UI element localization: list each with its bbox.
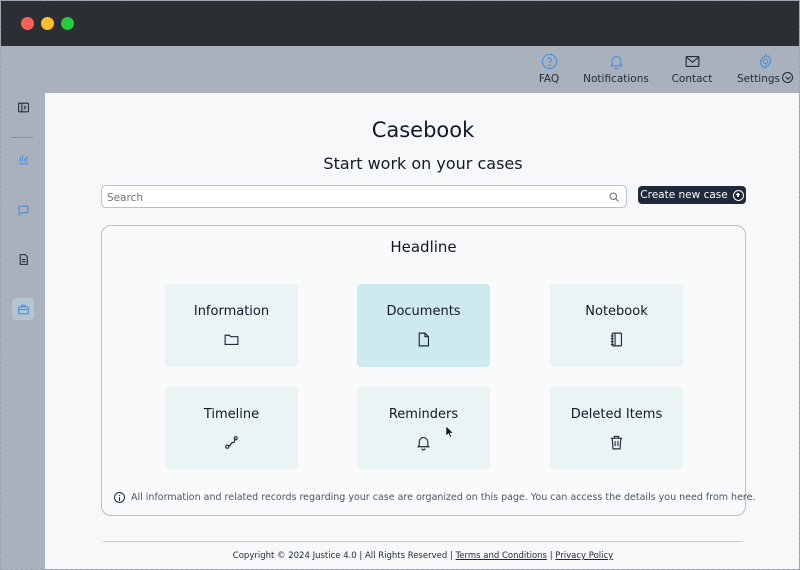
title-bar [1, 1, 799, 46]
tile-notebook[interactable]: Notebook [550, 284, 683, 367]
mail-icon [685, 55, 699, 68]
file-icon [415, 331, 432, 348]
terms-link[interactable]: Terms and Conditions [456, 551, 547, 561]
maximize-window-button[interactable] [61, 17, 74, 30]
tile-label: Timeline [203, 407, 260, 422]
tile-deleted-items[interactable]: Deleted Items [550, 387, 683, 470]
folder-icon [223, 331, 240, 348]
tile-information[interactable]: Information [165, 284, 298, 367]
sidebar-toggle[interactable] [13, 97, 33, 117]
footer: Copyright © 2024 Justice 4.0 | All Right… [45, 551, 799, 561]
panel-toggle-icon [17, 102, 29, 112]
help-circle-icon [541, 53, 557, 70]
chat-icon [18, 205, 28, 216]
main-content: Casebook Start work on your cases Create… [45, 93, 799, 569]
app-window: FAQ Notifications Contact Settings Caseb… [0, 0, 800, 570]
privacy-link[interactable]: Privacy Policy [555, 551, 613, 561]
minimize-window-button[interactable] [41, 17, 54, 30]
document-icon [19, 253, 28, 265]
sidebar-item-messages[interactable] [13, 200, 33, 220]
tile-label: Documents [386, 304, 461, 319]
notebook-icon [608, 331, 625, 348]
page-title: Casebook [371, 118, 475, 142]
info-icon [114, 492, 125, 503]
create-new-case-button[interactable]: Create new case [638, 186, 746, 204]
tile-label: Information [193, 304, 270, 319]
search-icon[interactable] [608, 191, 620, 203]
trash-icon [608, 434, 625, 451]
nav-faq[interactable]: FAQ [531, 53, 567, 89]
create-new-case-label: Create new case [640, 189, 728, 201]
nav-settings[interactable]: Settings [735, 53, 795, 89]
close-window-button[interactable] [21, 17, 34, 30]
nav-contact-label: Contact [671, 73, 713, 85]
gear-icon [759, 53, 771, 70]
nav-notifications-label: Notifications [583, 73, 649, 85]
bell-icon [609, 55, 623, 70]
search-box [101, 185, 627, 209]
top-nav: FAQ Notifications Contact Settings [1, 46, 799, 93]
sidebar-divider [11, 137, 33, 138]
footer-separator: | [549, 551, 553, 561]
tile-reminders[interactable]: Reminders [357, 387, 490, 470]
bell-icon [415, 434, 432, 451]
settings-row: Settings [736, 70, 794, 85]
sidebar-item-cases[interactable] [12, 298, 34, 320]
search-input[interactable] [102, 187, 592, 209]
tile-timeline[interactable]: Timeline [165, 387, 298, 470]
briefcase-icon [17, 304, 29, 314]
page-subtitle: Start work on your cases [323, 154, 523, 173]
headline-card: Headline Information Documents Notebook [101, 225, 755, 516]
nav-contact[interactable]: Contact [667, 53, 717, 89]
sidebar-item-analytics[interactable] [13, 149, 33, 169]
nav-faq-label: FAQ [538, 73, 560, 85]
tile-label: Notebook [585, 304, 648, 319]
tile-documents[interactable]: Documents [357, 284, 490, 367]
nav-notifications[interactable]: Notifications [581, 53, 651, 89]
headline-title: Headline [390, 238, 457, 256]
tile-label: Deleted Items [570, 407, 663, 422]
info-text: All information and related records rega… [131, 492, 756, 503]
footer-copyright: Copyright © 2024 Justice 4.0 | All Right… [232, 551, 453, 561]
plus-circle-icon [732, 189, 744, 201]
sidebar [1, 93, 45, 569]
footer-divider [103, 541, 743, 542]
mouse-cursor-icon [446, 426, 454, 438]
chart-icon [18, 154, 28, 164]
chevron-down-icon[interactable] [782, 72, 794, 83]
sidebar-item-documents[interactable] [13, 249, 33, 269]
route-icon [223, 434, 240, 451]
nav-settings-label: Settings [736, 73, 781, 85]
info-row: All information and related records rega… [114, 492, 755, 503]
tile-label: Reminders [388, 407, 459, 422]
